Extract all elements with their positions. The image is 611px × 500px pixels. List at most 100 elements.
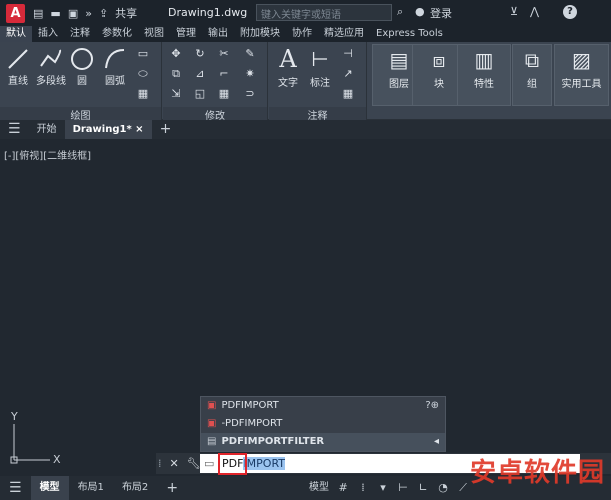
ortho-icon[interactable]: ∟: [416, 481, 430, 495]
tab-default[interactable]: 默认: [0, 26, 32, 42]
circle-label: 圆: [77, 76, 87, 87]
dimension-label: 标注: [310, 78, 330, 89]
arc-tool[interactable]: 圆弧: [100, 46, 130, 87]
rotate-icon[interactable]: ↻: [193, 47, 207, 61]
search-icon[interactable]: ⌕: [397, 5, 403, 19]
help-globe-icon[interactable]: ?⊕: [425, 397, 439, 415]
isodraft-icon[interactable]: ⟋: [456, 481, 470, 495]
tab-view[interactable]: 视图: [138, 26, 170, 42]
group-label: 组: [527, 79, 537, 90]
layers-label: 图层: [389, 79, 409, 90]
rectangle-icon[interactable]: ▭: [136, 47, 150, 61]
viewport-controls[interactable]: [-][俯视][二维线框]: [4, 147, 91, 162]
customize-icon[interactable]: 🔧︎: [187, 457, 201, 470]
explode-icon[interactable]: ✷: [243, 67, 257, 81]
app-logo[interactable]: A: [6, 3, 25, 23]
draw-group-label[interactable]: 绘图: [0, 107, 161, 122]
autocomplete-label: -PDFIMPORT: [221, 418, 283, 429]
copy-icon[interactable]: ⧉: [169, 67, 183, 81]
group-panel[interactable]: ⧉ 组: [512, 44, 552, 106]
tab-insert[interactable]: 插入: [32, 26, 64, 42]
trim-icon[interactable]: ✂: [217, 47, 231, 61]
erase-icon[interactable]: ✎: [243, 47, 257, 61]
linear-dim-icon[interactable]: ⊣: [341, 47, 355, 61]
dimension-tool[interactable]: ⊢ 标注: [305, 44, 335, 89]
table-icon[interactable]: ▦: [341, 87, 355, 101]
open-folder-icon[interactable]: ▬: [50, 7, 60, 20]
tab-annotate[interactable]: 注释: [64, 26, 96, 42]
tab-output[interactable]: 输出: [202, 26, 234, 42]
grid-icon[interactable]: #: [336, 481, 350, 495]
snap-icon[interactable]: ⁞: [356, 481, 370, 495]
line-tool[interactable]: 直线: [4, 46, 32, 87]
tab-featured[interactable]: 精选应用: [318, 26, 370, 42]
close-command-icon[interactable]: ✕: [170, 457, 179, 470]
scale-icon[interactable]: ◱: [193, 87, 207, 101]
leader-icon[interactable]: ↗: [341, 67, 355, 81]
menu-icon[interactable]: ☰: [0, 120, 29, 139]
grip-icon[interactable]: ⁞: [158, 457, 162, 470]
fillet-icon[interactable]: ⌐: [217, 67, 231, 81]
autocomplete-label: PDFIMPORT: [221, 400, 279, 411]
text-icon: A: [279, 45, 297, 73]
text-tool[interactable]: A 文字: [273, 44, 303, 89]
tab-addins[interactable]: 附加模块: [234, 26, 286, 42]
help-icon[interactable]: ?: [563, 5, 577, 19]
tab-layout1[interactable]: 布局1: [69, 476, 113, 500]
add-tab-button[interactable]: +: [152, 120, 180, 139]
autocomplete-item[interactable]: ▣ PDFIMPORT ?⊕: [201, 397, 445, 415]
model-space-button[interactable]: 模型: [305, 476, 333, 500]
tab-parametric[interactable]: 参数化: [96, 26, 138, 42]
filter-icon: ▤: [207, 436, 217, 447]
offset-icon[interactable]: ⊃: [243, 87, 257, 101]
dropdown-icon[interactable]: ▾: [376, 481, 390, 495]
tab-express-tools[interactable]: Express Tools: [370, 26, 449, 42]
mirror-icon[interactable]: ⊿: [193, 67, 207, 81]
autocomplete-item[interactable]: ▣ -PDFIMPORT: [201, 415, 445, 433]
expand-arrow-icon[interactable]: ◂: [434, 433, 439, 451]
stretch-icon[interactable]: ⇲: [169, 87, 183, 101]
polar-icon[interactable]: ◔: [436, 481, 450, 495]
add-layout-icon[interactable]: +: [157, 476, 187, 500]
utilities-panel[interactable]: ▨ 实用工具: [554, 44, 609, 106]
tab-manage[interactable]: 管理: [170, 26, 202, 42]
login-label[interactable]: 登录: [430, 5, 452, 21]
share-icon[interactable]: ⇪: [99, 7, 108, 20]
block-label: 块: [434, 79, 444, 90]
cart-icon[interactable]: ⊻: [510, 5, 518, 18]
document-tabs: ☰ 开始 Drawing1* × +: [0, 120, 611, 139]
modify-group-label[interactable]: 修改: [163, 107, 267, 122]
autocomplete-item[interactable]: ▤ PDFIMPORTFILTER ◂: [201, 433, 445, 451]
array-icon[interactable]: ▦: [217, 87, 231, 101]
user-icon[interactable]: ●: [415, 5, 425, 18]
tab-layout2[interactable]: 布局2: [113, 476, 157, 500]
tab-collaborate[interactable]: 协作: [286, 26, 318, 42]
document-title: Drawing1.dwg: [168, 6, 248, 19]
tab-start[interactable]: 开始: [29, 120, 65, 139]
properties-panel[interactable]: ▥ 特性: [457, 44, 511, 106]
polyline-label: 多段线: [36, 76, 66, 87]
polyline-tool[interactable]: 多段线: [34, 46, 68, 87]
tab-model[interactable]: 模型: [30, 476, 69, 500]
ellipse-icon[interactable]: ⬭: [136, 67, 150, 81]
circle-tool[interactable]: 圆: [68, 46, 96, 87]
menu-icon[interactable]: ☰: [0, 476, 31, 500]
modify-group: ✥ ↻ ✂ ✎ ⧉ ⊿ ⌐ ✷ ⇲ ◱ ▦ ⊃ 修改: [163, 42, 268, 122]
tab-drawing1[interactable]: Drawing1* ×: [64, 120, 152, 139]
close-icon[interactable]: ×: [135, 124, 143, 135]
annotation-group-label[interactable]: 注释: [269, 107, 366, 122]
text-label: 文字: [278, 78, 298, 89]
share-label[interactable]: 共享: [115, 5, 137, 21]
network-icon[interactable]: ⋀: [530, 5, 539, 18]
search-input[interactable]: 键入关键字或短语: [256, 4, 392, 21]
new-file-icon[interactable]: ▤: [33, 7, 43, 20]
save-icon[interactable]: ▣: [68, 7, 78, 20]
hatch-icon[interactable]: ▦: [136, 87, 150, 101]
line-label: 直线: [8, 76, 28, 87]
more-icon[interactable]: »: [85, 7, 92, 20]
ribbon: 直线 多段线 圆 圆弧 ▭ ⬭ ▦ 绘图 ✥ ↻ ✂ ✎ ⧉ ⊿ ⌐ ✷ ⇲ ◱…: [0, 42, 611, 122]
infer-icon[interactable]: ⊢: [396, 481, 410, 495]
ucs-y-label: Y: [10, 410, 18, 423]
ucs-icon: Y X: [10, 410, 61, 466]
move-icon[interactable]: ✥: [169, 47, 183, 61]
